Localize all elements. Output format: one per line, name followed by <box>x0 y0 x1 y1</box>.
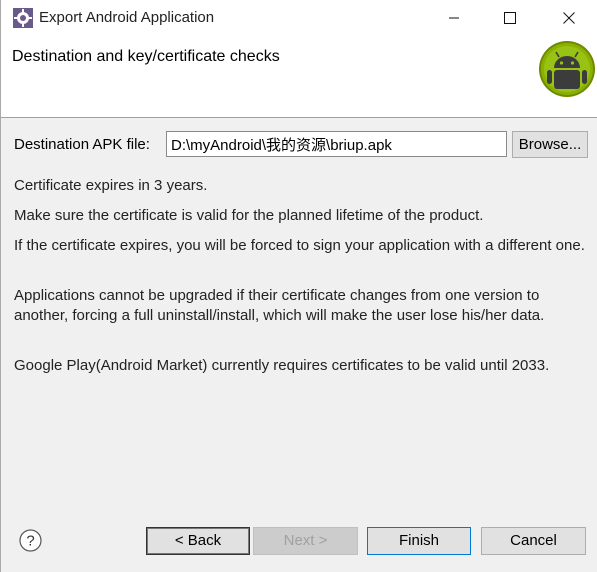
back-button[interactable]: < Back <box>146 527 250 555</box>
certificate-upgrade-warning-text: Applications cannot be upgraded if their… <box>14 287 545 324</box>
close-button[interactable] <box>546 0 592 36</box>
destination-apk-input[interactable] <box>166 131 507 157</box>
maximize-icon <box>504 12 516 24</box>
svg-text:?: ? <box>26 533 34 550</box>
help-icon[interactable]: ? <box>19 529 42 552</box>
title-bar: Export Android Application <box>1 0 597 36</box>
destination-label: Destination APK file: <box>14 136 150 153</box>
finish-button[interactable]: Finish <box>367 527 471 555</box>
android-logo <box>539 41 595 97</box>
google-play-requirement-text: Google Play(Android Market) currently re… <box>14 357 550 374</box>
next-button[interactable]: Next > <box>253 527 358 555</box>
header-banner: Destination and key/certificate checks <box>1 36 597 118</box>
eclipse-gear-icon <box>13 8 33 28</box>
close-icon <box>563 12 575 24</box>
cancel-button[interactable]: Cancel <box>481 527 586 555</box>
minimize-button[interactable] <box>431 0 477 36</box>
browse-button[interactable]: Browse... <box>512 131 588 158</box>
export-dialog: Export Android Application Destination a… <box>0 0 597 572</box>
certificate-expiry-text: Certificate expires in 3 years. <box>14 177 208 194</box>
page-title: Destination and key/certificate checks <box>12 48 280 65</box>
minimize-icon <box>449 17 459 19</box>
certificate-validity-text: Make sure the certificate is valid for t… <box>14 207 484 224</box>
maximize-button[interactable] <box>487 0 533 36</box>
window-title: Export Android Application <box>39 9 215 26</box>
certificate-expire-warning-text: If the certificate expires, you will be … <box>14 237 585 254</box>
